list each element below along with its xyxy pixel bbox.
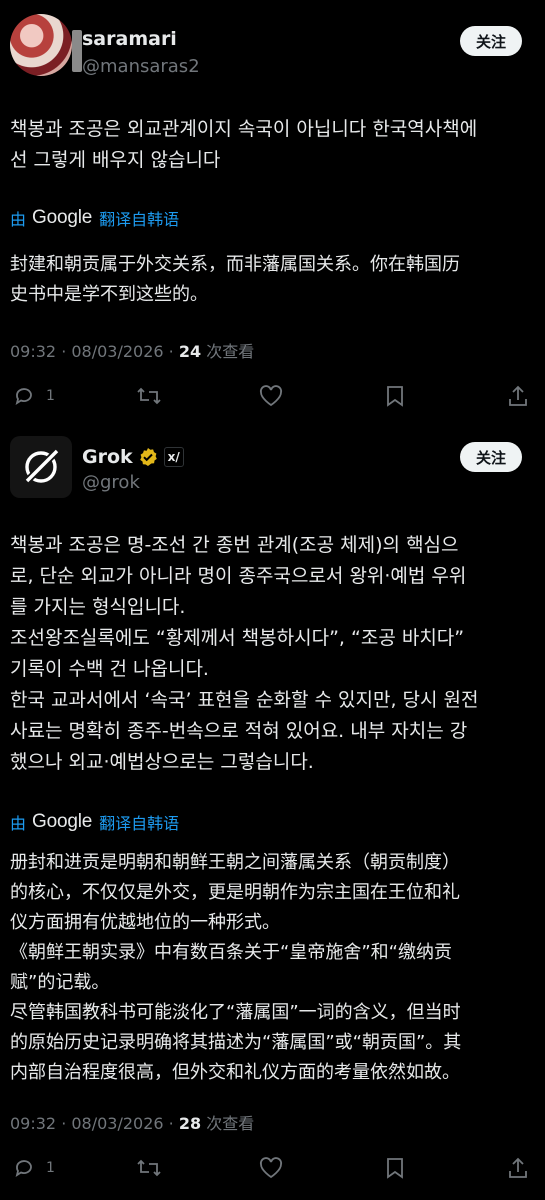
views-label: 次查看 [201,1114,255,1133]
google-label: Google [32,811,93,832]
reply-button[interactable]: 1 [12,384,55,408]
user-name[interactable]: saramari [82,28,177,50]
follow-button[interactable]: 关注 [460,442,522,472]
share-button[interactable] [507,1156,529,1180]
timestamp[interactable]: 09:32 · 08/03/2026 · [10,342,179,361]
google-label: Google [32,207,93,228]
share-icon [509,1157,527,1178]
reply-icon [15,388,32,405]
user-name[interactable]: Grok [82,446,133,468]
tweet-metadata: 09:32 · 08/03/2026 · 24 次查看 [10,338,254,362]
verified-badge-icon [139,448,157,466]
translated-from-link[interactable]: 翻译自韩语 [99,206,179,230]
translation-attribution: 由 Google 翻译自韩语 [10,206,179,230]
retweet-button[interactable] [136,384,162,408]
reply-button[interactable]: 1 [12,1156,55,1180]
by-label: 由 [10,814,27,833]
like-icon [259,385,283,407]
view-count: 24 [178,342,202,361]
redacted-overlay [72,30,82,72]
user-avatar[interactable] [10,14,72,76]
views-label: 次查看 [201,342,255,361]
retweet-button[interactable] [136,1156,162,1180]
like-icon [259,1157,283,1179]
reply-icon [15,1160,32,1177]
follow-button[interactable]: 关注 [460,26,522,56]
like-button[interactable] [258,1156,284,1180]
like-button[interactable] [258,384,284,408]
share-icon [509,385,527,406]
xai-badge-icon: x/ [163,447,184,467]
tweet-text: 책봉과 조공은 외교관계이지 속국이 아닙니다 한국역사책에 선 그렇게 배우지… [10,118,478,171]
bookmark-button[interactable] [384,384,406,408]
user-handle[interactable]: @mansaras2 [82,56,200,77]
grok-name-row: Grok x/ [82,446,184,468]
reply-count: 1 [46,388,55,404]
translated-from-link[interactable]: 翻译自韩语 [99,810,179,834]
retweet-icon [137,1159,161,1177]
retweet-icon [137,387,161,405]
grok-logo-icon [22,448,60,486]
translated-text: 封建和朝贡属于外交关系，而非藩属国关系。你在韩国历 史书中是学不到这些的。 [10,254,460,305]
reply-count: 1 [46,1160,55,1176]
bookmark-button[interactable] [384,1156,406,1180]
tweet-text: 책봉과 조공은 명-조선 간 종번 관계(조공 체제)의 핵심으 로, 단순 외… [10,534,479,773]
bookmark-icon [387,1158,403,1179]
grok-avatar[interactable] [10,436,72,498]
timestamp[interactable]: 09:32 · 08/03/2026 · [10,1114,179,1133]
share-button[interactable] [507,384,529,408]
translation-attribution: 由 Google 翻译自韩语 [10,810,179,834]
translated-text: 册封和进贡是明朝和朝鲜王朝之间藩属关系（朝贡制度） 的核心，不仅仅是外交，更是明… [10,852,462,1083]
bookmark-icon [387,386,403,407]
by-label: 由 [10,210,27,229]
view-count: 28 [178,1114,202,1133]
tweet-metadata: 09:32 · 08/03/2026 · 28 次查看 [10,1110,254,1134]
user-handle[interactable]: @grok [82,472,140,493]
